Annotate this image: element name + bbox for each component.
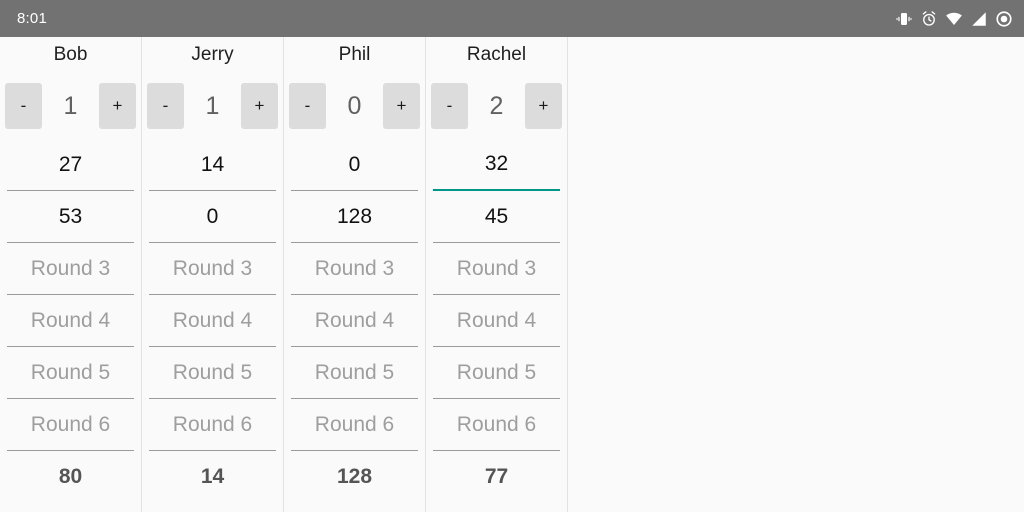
- player-name: Bob: [53, 44, 88, 65]
- round-input-1[interactable]: 14: [149, 139, 276, 191]
- status-bar: 8:01: [0, 0, 1024, 37]
- round-input-6[interactable]: Round 6: [7, 399, 134, 451]
- round-input-5[interactable]: Round 5: [291, 347, 418, 399]
- decrement-button[interactable]: -: [289, 83, 326, 129]
- total-cell: 128: [284, 451, 425, 503]
- round-input-2[interactable]: 53: [7, 191, 134, 243]
- round-placeholder: Round 4: [456, 308, 537, 332]
- increment-button[interactable]: +: [383, 83, 420, 129]
- alarm-icon: [920, 10, 938, 28]
- total-value: 128: [336, 465, 373, 488]
- player-column-bob: Bob - 1 + 27 53 Round 3 Round 4 Round 5: [0, 37, 142, 512]
- player-name: Phil: [338, 44, 371, 65]
- status-clock: 8:01: [17, 10, 47, 27]
- battery-icon: [995, 10, 1013, 28]
- total-value: 14: [200, 465, 225, 488]
- round-value: 32: [484, 152, 509, 175]
- round-input-4[interactable]: Round 4: [433, 295, 560, 347]
- round-input-5[interactable]: Round 5: [7, 347, 134, 399]
- player-name: Rachel: [466, 44, 527, 65]
- stepper-value: 1: [205, 91, 220, 120]
- round-input-3[interactable]: Round 3: [7, 243, 134, 295]
- round-stepper: - 1 +: [142, 73, 283, 139]
- round-input-1[interactable]: 0: [291, 139, 418, 191]
- wifi-icon: [945, 10, 963, 28]
- round-stepper: - 2 +: [426, 73, 567, 139]
- column-tail: [284, 503, 425, 512]
- decrement-button[interactable]: -: [5, 83, 42, 129]
- decrement-button[interactable]: -: [147, 83, 184, 129]
- round-placeholder: Round 6: [172, 412, 253, 436]
- increment-button[interactable]: +: [241, 83, 278, 129]
- column-tail: [426, 503, 567, 512]
- round-input-1[interactable]: 27: [7, 139, 134, 191]
- round-placeholder: Round 5: [456, 360, 537, 384]
- increment-button[interactable]: +: [525, 83, 562, 129]
- round-input-2[interactable]: 128: [291, 191, 418, 243]
- signal-icon: [970, 10, 988, 28]
- player-column-jerry: Jerry - 1 + 14 0 Round 3 Round 4 Round 5: [142, 37, 284, 512]
- empty-area: [568, 37, 1024, 512]
- total-value: 80: [58, 465, 83, 488]
- round-placeholder: Round 6: [456, 412, 537, 436]
- round-placeholder: Round 4: [314, 308, 395, 332]
- total-value: 77: [484, 465, 509, 488]
- round-value: 14: [200, 152, 225, 176]
- column-tail: [0, 503, 141, 512]
- round-input-1[interactable]: 32: [433, 139, 560, 191]
- round-input-4[interactable]: Round 4: [291, 295, 418, 347]
- stepper-value: 0: [347, 91, 362, 120]
- column-tail: [142, 503, 283, 512]
- player-column-phil: Phil - 0 + 0 128 Round 3 Round 4 Round 5: [284, 37, 426, 512]
- round-input-5[interactable]: Round 5: [433, 347, 560, 399]
- round-placeholder: Round 6: [30, 412, 111, 436]
- round-value: 0: [348, 152, 361, 176]
- round-input-6[interactable]: Round 6: [291, 399, 418, 451]
- vibrate-icon: [895, 10, 913, 28]
- stepper-value: 2: [489, 91, 504, 120]
- increment-button[interactable]: +: [99, 83, 136, 129]
- round-input-5[interactable]: Round 5: [149, 347, 276, 399]
- round-input-6[interactable]: Round 6: [149, 399, 276, 451]
- decrement-button[interactable]: -: [431, 83, 468, 129]
- total-cell: 14: [142, 451, 283, 503]
- round-value: 27: [58, 152, 83, 176]
- round-input-2[interactable]: 0: [149, 191, 276, 243]
- round-input-3[interactable]: Round 3: [291, 243, 418, 295]
- round-value: 128: [336, 204, 373, 228]
- round-value: 45: [484, 204, 509, 228]
- total-cell: 80: [0, 451, 141, 503]
- round-input-3[interactable]: Round 3: [149, 243, 276, 295]
- players-board: Bob - 1 + 27 53 Round 3 Round 4 Round 5: [0, 37, 1024, 512]
- scoreboard-app: 8:01 Bob - 1 + 27 53 Round 3 Round 4 Rou…: [0, 0, 1024, 512]
- round-stepper: - 1 +: [0, 73, 141, 139]
- round-input-6[interactable]: Round 6: [433, 399, 560, 451]
- round-input-4[interactable]: Round 4: [7, 295, 134, 347]
- round-placeholder: Round 4: [30, 308, 111, 332]
- round-placeholder: Round 3: [456, 256, 537, 280]
- round-placeholder: Round 3: [30, 256, 111, 280]
- player-column-rachel: Rachel - 2 + 32 45 Round 3 Round 4 Round…: [426, 37, 568, 512]
- player-name: Jerry: [191, 44, 234, 65]
- round-placeholder: Round 3: [172, 256, 253, 280]
- round-placeholder: Round 5: [172, 360, 253, 384]
- round-placeholder: Round 5: [30, 360, 111, 384]
- status-icon-group: [895, 10, 1013, 28]
- round-placeholder: Round 4: [172, 308, 253, 332]
- total-cell: 77: [426, 451, 567, 503]
- round-placeholder: Round 5: [314, 360, 395, 384]
- stepper-value: 1: [63, 91, 78, 120]
- round-input-2[interactable]: 45: [433, 191, 560, 243]
- round-placeholder: Round 3: [314, 256, 395, 280]
- round-input-3[interactable]: Round 3: [433, 243, 560, 295]
- round-value: 53: [58, 204, 83, 228]
- round-placeholder: Round 6: [314, 412, 395, 436]
- round-stepper: - 0 +: [284, 73, 425, 139]
- round-value: 0: [206, 204, 219, 228]
- round-input-4[interactable]: Round 4: [149, 295, 276, 347]
